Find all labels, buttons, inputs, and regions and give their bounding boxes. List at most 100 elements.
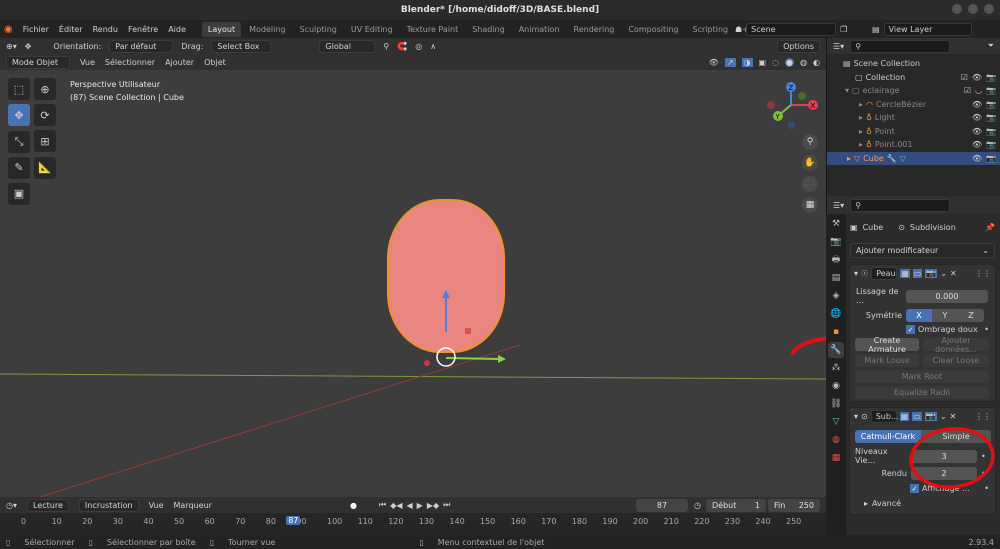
ajouter-donnees-button[interactable]: Ajouter données...	[923, 336, 989, 354]
data-tab-icon[interactable]: ▽	[828, 414, 844, 430]
create-armature-button[interactable]: Create Armature	[855, 336, 919, 354]
output-tab-icon[interactable]: 🖶	[828, 252, 844, 268]
play-reverse-icon[interactable]: ◀	[407, 501, 413, 510]
scale-tool-icon[interactable]: ⤡	[8, 130, 30, 153]
pan-hand-icon[interactable]: ✋	[802, 155, 818, 171]
camera-view-icon[interactable]: 🎥	[802, 176, 818, 192]
timeline-ruler[interactable]: 0 10 20 30 40 50 60 70 80 90 100 110 120 130 140 150 160…	[0, 513, 826, 535]
symmetry-y-toggle[interactable]: Y	[932, 309, 958, 322]
viewport-toggle-icon[interactable]: ▭	[912, 411, 922, 421]
gizmo-plane-handle[interactable]	[465, 328, 471, 334]
physics-tab-icon[interactable]: ◉	[828, 378, 844, 394]
start-frame-field[interactable]: Début 1	[706, 498, 766, 512]
menu-fichier[interactable]: Fichier	[23, 25, 49, 34]
overlay-toggle-icon[interactable]: ◑	[741, 57, 753, 67]
move-tool-icon[interactable]: ✥	[8, 104, 30, 126]
shading-solid-icon[interactable]: ●	[785, 57, 795, 67]
outliner-row-collection[interactable]: ▢ Collection ☑ 👁 📷	[827, 71, 1000, 85]
play-icon[interactable]: ▶	[417, 501, 423, 510]
outliner-row-light[interactable]: ▸ ♁ Light 👁 📷	[827, 111, 1000, 125]
checkbox-icon[interactable]: ☑	[964, 86, 971, 95]
rotate-tool-icon[interactable]: ⟳	[34, 104, 56, 126]
editor-type-icon[interactable]: ⊕▾	[6, 42, 17, 51]
camera-icon[interactable]: 📷	[986, 73, 996, 82]
maximize-button[interactable]	[968, 4, 978, 14]
proportional-edit-icon[interactable]: ◎	[415, 42, 422, 51]
navigation-gizmo[interactable]: X Y Z	[764, 80, 824, 140]
skin-name-field[interactable]: Peau	[871, 266, 898, 280]
expand-icon[interactable]: ▸	[859, 113, 863, 122]
menu-aide[interactable]: Aide	[168, 25, 186, 34]
perspective-grid-icon[interactable]: ▦	[802, 197, 818, 213]
end-frame-field[interactable]: Fin 250	[768, 498, 820, 512]
pivot-icon[interactable]: ⚲	[383, 42, 389, 51]
properties-search-input[interactable]: ⚲	[850, 198, 951, 212]
world-tab-icon[interactable]: 🌐	[828, 306, 844, 322]
expand-icon[interactable]: ▾	[845, 86, 849, 95]
menu-selectionner[interactable]: Sélectionner	[105, 58, 155, 67]
shading-wireframe-icon[interactable]: ◌	[772, 58, 779, 67]
outliner-editor-icon[interactable]: ☰▾	[833, 42, 844, 51]
tab-scripting[interactable]: Scripting	[687, 22, 735, 37]
record-icon[interactable]: ●	[350, 501, 357, 510]
material-tab-icon[interactable]: ◍	[828, 432, 844, 448]
transform-tool-icon[interactable]: ⊞	[34, 130, 56, 152]
next-keyframe-icon[interactable]: ▶◆	[427, 501, 439, 510]
close-button[interactable]	[984, 4, 994, 14]
camera-icon[interactable]: 📷	[986, 113, 996, 122]
tab-rendering[interactable]: Rendering	[568, 22, 621, 37]
jump-start-icon[interactable]: ⏮	[379, 500, 386, 510]
visibility-icon[interactable]: 👁	[709, 58, 719, 67]
minimize-button[interactable]	[952, 4, 962, 14]
menu-editer[interactable]: Éditer	[59, 25, 83, 34]
scene-tab-icon[interactable]: ◈	[828, 288, 844, 304]
outliner-row-scene-collection[interactable]: ▤ Scene Collection	[827, 57, 1000, 71]
scene-field[interactable]: Scene	[746, 22, 837, 36]
modifier-tab-icon[interactable]: 🔧	[828, 342, 844, 358]
select-box-tool-icon[interactable]: ⬚	[8, 78, 30, 100]
timeline-vue[interactable]: Vue	[149, 501, 164, 510]
nav-neg-y-icon[interactable]	[798, 92, 806, 100]
eye-off-icon[interactable]: ◡	[975, 86, 982, 95]
keyframe-dot-icon[interactable]: •	[984, 325, 989, 334]
expand-icon[interactable]: ▸	[859, 100, 863, 109]
clear-loose-button[interactable]: Clear Loose	[923, 354, 989, 367]
gizmo-x-handle[interactable]	[424, 360, 430, 366]
view-layer-field[interactable]: View Layer	[883, 22, 972, 36]
edit-mode-toggle-icon[interactable]: ▦	[900, 268, 910, 278]
object-tab-icon[interactable]: ▪	[828, 324, 844, 340]
camera-icon[interactable]: 📷	[986, 154, 996, 163]
subsurf-name-field[interactable]: Sub...	[870, 409, 899, 423]
render-tab-icon[interactable]: 📷	[828, 234, 844, 250]
menu-chevron-icon[interactable]: ⌄	[940, 412, 947, 421]
tab-layout[interactable]: Layout	[201, 21, 242, 37]
tool-tab-icon[interactable]: ⚒	[828, 216, 844, 232]
measure-tool-icon[interactable]: 📐	[34, 156, 56, 179]
eye-icon[interactable]: 👁	[972, 113, 982, 122]
equalize-radii-button[interactable]: Equalize Radii	[855, 386, 989, 399]
outliner-row-eclairage[interactable]: ▾ ▢ eclairage ☑ ◡ 📷	[827, 84, 1000, 98]
mark-loose-button[interactable]: Mark Loose	[855, 354, 919, 367]
zoom-icon[interactable]: ⚲	[802, 134, 818, 150]
checkbox-icon[interactable]: ☑	[961, 73, 968, 82]
transform-pivot-icon[interactable]: ✥	[25, 42, 32, 51]
xray-icon[interactable]: ▣	[759, 58, 767, 67]
shading-rendered-icon[interactable]: ◐	[813, 58, 820, 67]
timeline-editor-icon[interactable]: ◷▾	[6, 501, 17, 510]
properties-editor-icon[interactable]: ☰▾	[833, 201, 844, 210]
timeline-marqueur[interactable]: Marqueur	[174, 501, 212, 510]
menu-ajouter[interactable]: Ajouter	[165, 58, 194, 67]
symmetry-x-toggle[interactable]: X	[906, 309, 932, 322]
eye-icon[interactable]: 👁	[972, 140, 982, 149]
tab-animation[interactable]: Animation	[513, 22, 566, 37]
eye-icon[interactable]: 👁	[972, 73, 982, 82]
eye-icon[interactable]: 👁	[972, 154, 982, 163]
remove-icon[interactable]: ✕	[950, 412, 957, 421]
menu-vue[interactable]: Vue	[80, 58, 95, 67]
camera-icon[interactable]: 📷	[986, 127, 996, 136]
timeline-incrustation[interactable]: Incrustation	[78, 498, 139, 512]
pin-icon[interactable]: 📌	[985, 223, 995, 232]
drag-handle-icon[interactable]: ⋮⋮	[975, 269, 991, 278]
render-toggle-icon[interactable]: 📷	[924, 411, 937, 421]
cursor-tool-icon[interactable]: ⊕	[34, 78, 56, 100]
